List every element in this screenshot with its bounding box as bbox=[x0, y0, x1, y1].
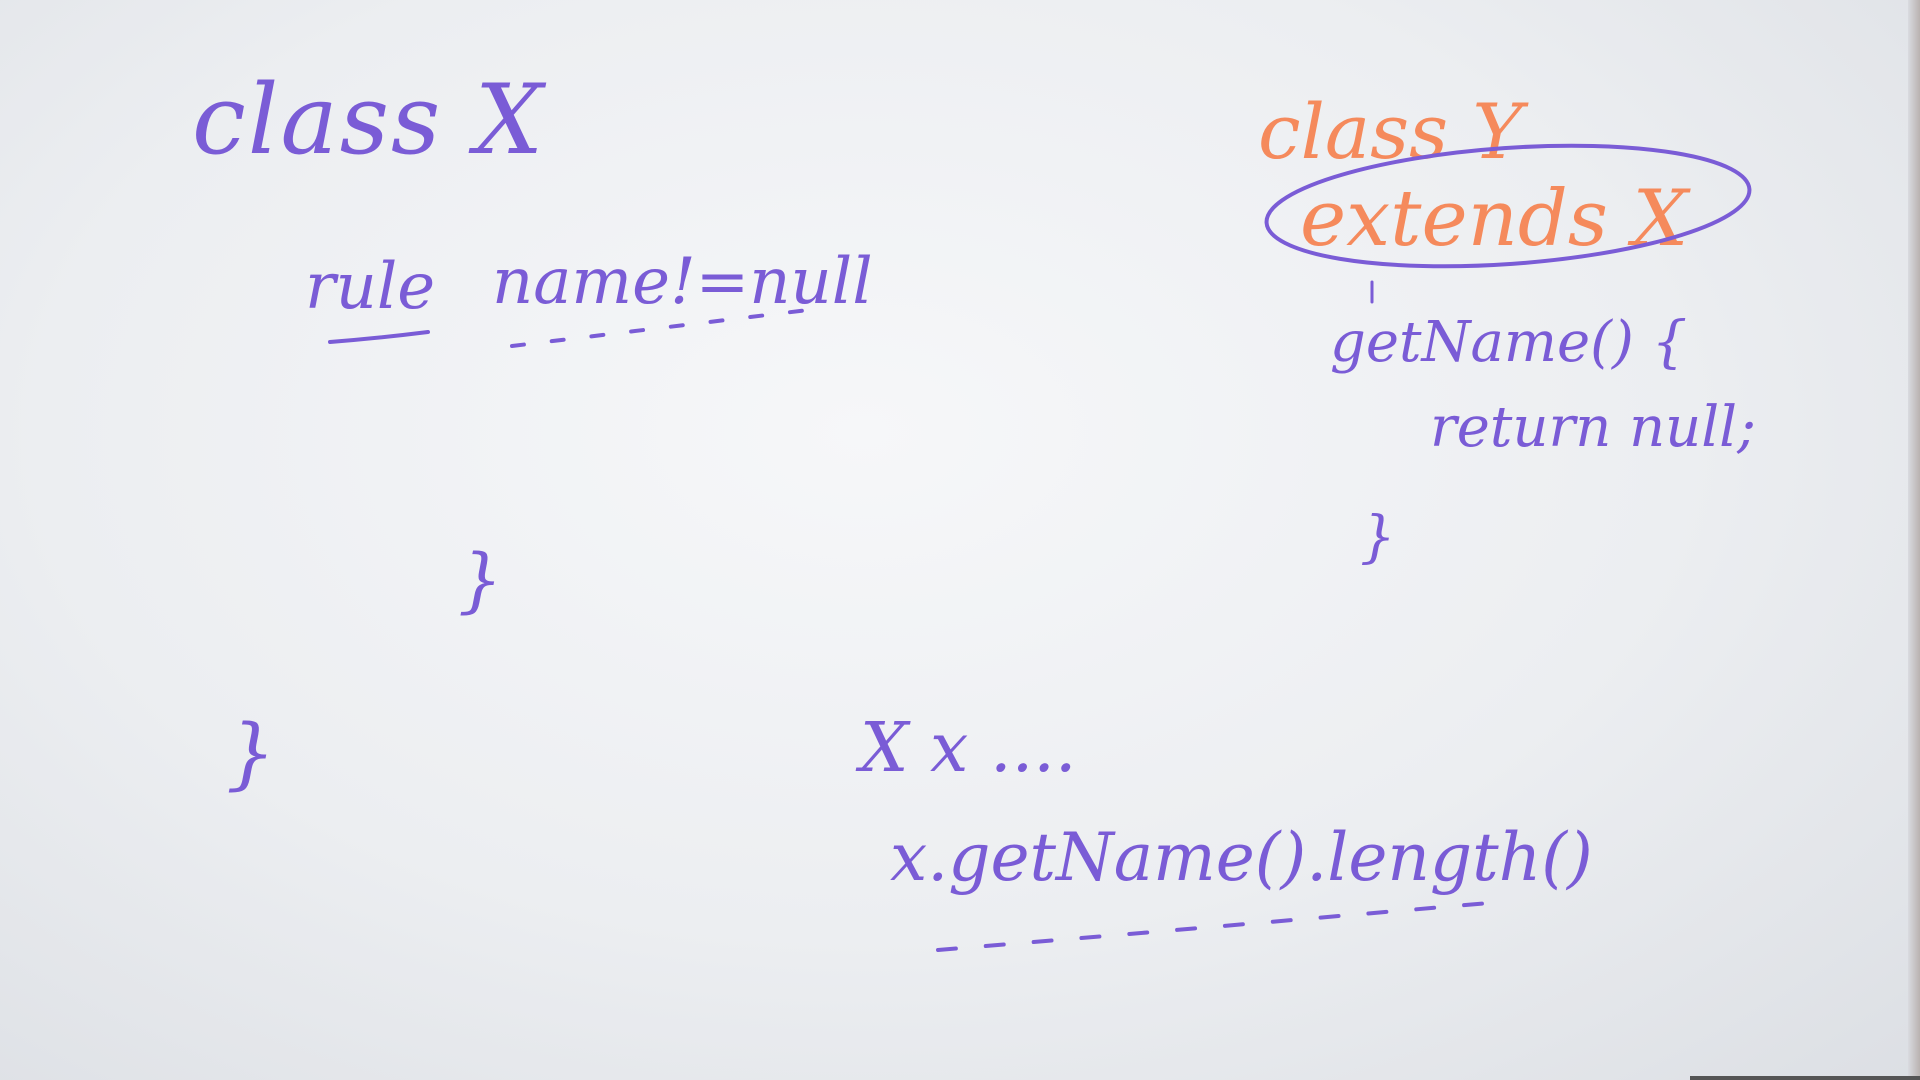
class-x-header: class X bbox=[192, 64, 546, 176]
extends-clause: extends X bbox=[1300, 174, 1689, 264]
rule-underline bbox=[328, 330, 430, 344]
outer-closing-brace: } bbox=[226, 709, 276, 799]
rule-condition: name!=null bbox=[492, 245, 873, 319]
variable-declaration: X x .... bbox=[860, 709, 1077, 788]
method-signature: getName() { bbox=[1330, 310, 1688, 375]
class-y-header: class Y bbox=[1258, 87, 1523, 176]
board-tray bbox=[1690, 1076, 1920, 1080]
method-body: return null; bbox=[1430, 395, 1756, 460]
call-expression: x.getName().length() bbox=[890, 819, 1593, 896]
call-dashed-underline bbox=[936, 900, 1502, 952]
whiteboard: class X rule name!=null } } class Y exte… bbox=[0, 0, 1920, 1080]
inner-closing-brace: } bbox=[458, 539, 503, 621]
rule-keyword: rule bbox=[305, 250, 436, 324]
board-right-edge bbox=[1908, 0, 1920, 1080]
method-closing-brace: } bbox=[1360, 505, 1396, 570]
